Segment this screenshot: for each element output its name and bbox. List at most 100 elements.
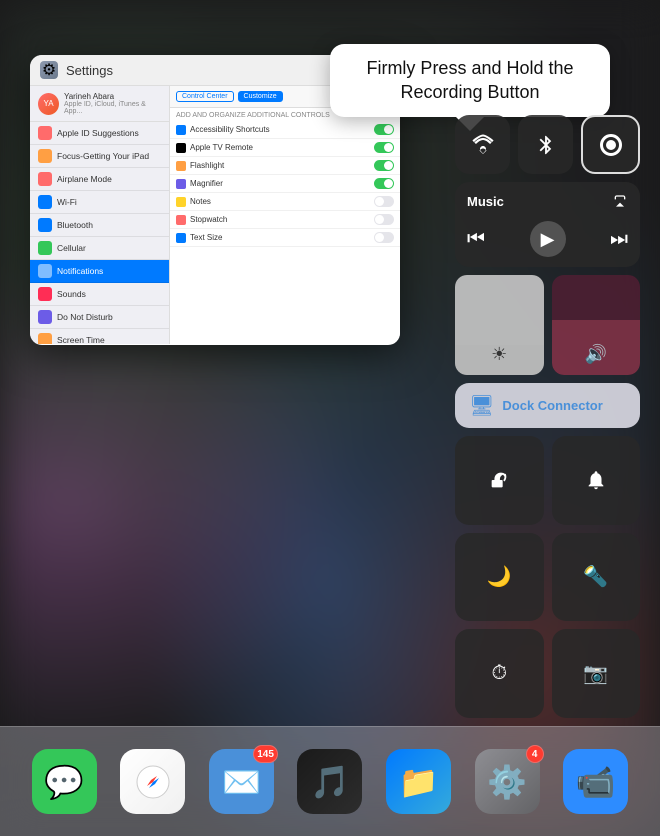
- tooltip-text: Firmly Press and Hold the Recording Butt…: [348, 56, 592, 105]
- dock-app-music[interactable]: 🎵: [297, 749, 362, 814]
- toggle[interactable]: [374, 196, 394, 207]
- music-controls: ⏮ ▶ ⏭: [467, 221, 628, 257]
- item-icon: [38, 126, 52, 140]
- dock-bar: 💬 ✉️ 145 🎵 📁 ⚙️ 4 📹: [0, 726, 660, 836]
- settings-badge: 4: [526, 745, 544, 763]
- dock-app-safari[interactable]: [120, 749, 185, 814]
- list-item[interactable]: Cellular: [30, 237, 169, 260]
- bell-icon: [585, 469, 607, 491]
- dock-connector-icon: 🖥: [469, 393, 494, 418]
- cc-small-grid-1: [455, 436, 640, 525]
- item-icon: [176, 161, 186, 171]
- item-icon: [176, 197, 186, 207]
- list-item[interactable]: Wi-Fi: [30, 191, 169, 214]
- item-icon: [38, 333, 52, 344]
- wifi-button[interactable]: [455, 115, 510, 174]
- dock-app-settings[interactable]: ⚙️ 4: [475, 749, 540, 814]
- brightness-icon: ☀: [491, 344, 507, 365]
- item-icon: [38, 310, 52, 324]
- record-circle: [600, 134, 622, 156]
- music-widget[interactable]: Music ⏮ ▶ ⏭: [455, 182, 640, 267]
- music-label: Music: [467, 192, 628, 211]
- messages-icon: 💬: [32, 749, 97, 814]
- cc-small-grid-3: ⏱ 📷: [455, 629, 640, 718]
- list-item[interactable]: Apple ID Suggestions: [30, 122, 169, 145]
- item-icon: [38, 218, 52, 232]
- control-center-tab[interactable]: Control Center: [176, 91, 234, 102]
- do-not-disturb-button[interactable]: [552, 436, 641, 525]
- volume-icon: 🔊: [585, 344, 607, 365]
- list-item[interactable]: Bluetooth: [30, 214, 169, 237]
- profile-name: Yarineh Abara: [64, 92, 161, 101]
- right-list-item[interactable]: Magnifier: [170, 175, 400, 193]
- right-list-item[interactable]: Text Size: [170, 229, 400, 247]
- cc-top-row: [455, 115, 640, 174]
- list-item[interactable]: Focus-Getting Your iPad: [30, 145, 169, 168]
- item-icon: [176, 233, 186, 243]
- cc-sliders-row: ☀ 🔊: [455, 275, 640, 375]
- right-list-item[interactable]: Stopwatch: [170, 211, 400, 229]
- dock-app-zoom[interactable]: 📹: [563, 749, 628, 814]
- night-shift-button[interactable]: 🌙: [455, 533, 544, 622]
- safari-icon: [120, 749, 185, 814]
- settings-title: Settings: [66, 63, 113, 78]
- item-icon: [176, 125, 186, 135]
- list-item-notifications[interactable]: Notifications: [30, 260, 169, 283]
- list-item[interactable]: Airplane Mode: [30, 168, 169, 191]
- cc-small-grid-2: 🌙 🔦: [455, 533, 640, 622]
- item-icon: [38, 195, 52, 209]
- item-icon: [38, 241, 52, 255]
- item-icon: [176, 143, 186, 153]
- rotation-lock-button[interactable]: [455, 436, 544, 525]
- toggle[interactable]: [374, 178, 394, 189]
- item-icon: [38, 287, 52, 301]
- bluetooth-button[interactable]: [518, 115, 573, 174]
- settings-left-panel: YA Yarineh Abara Apple ID, iCloud, iTune…: [30, 86, 170, 344]
- list-item[interactable]: Sounds: [30, 283, 169, 306]
- settings-profile[interactable]: YA Yarineh Abara Apple ID, iCloud, iTune…: [30, 86, 169, 122]
- toggle[interactable]: [374, 232, 394, 243]
- brightness-slider[interactable]: ☀: [455, 275, 544, 375]
- zoom-icon: 📹: [563, 749, 628, 814]
- volume-slider[interactable]: 🔊: [552, 275, 641, 375]
- customize-tab[interactable]: Customize: [238, 91, 283, 102]
- record-inner: [606, 140, 616, 150]
- right-list-item[interactable]: Apple TV Remote: [170, 139, 400, 157]
- camera-button[interactable]: 📷: [552, 629, 641, 718]
- files-icon: 📁: [386, 749, 451, 814]
- avatar: YA: [38, 93, 59, 115]
- dock-app-messages[interactable]: 💬: [32, 749, 97, 814]
- dock-connector-label: Dock Connector: [502, 398, 602, 413]
- toggle[interactable]: [374, 142, 394, 153]
- right-list-item[interactable]: Accessibility Shortcuts: [170, 121, 400, 139]
- settings-right-panel: Control Center Customize Add and organiz…: [170, 86, 400, 344]
- control-center: Music ⏮ ▶ ⏭ ☀ 🔊 🖥 Dock Connector: [455, 115, 640, 718]
- right-list-item[interactable]: Notes: [170, 193, 400, 211]
- safari-compass-svg: [135, 764, 171, 800]
- lock-rotation-icon: [488, 469, 510, 491]
- flashlight-button[interactable]: 🔦: [552, 533, 641, 622]
- next-button[interactable]: ⏭: [610, 228, 628, 251]
- dock-connector-button[interactable]: 🖥 Dock Connector: [455, 383, 640, 428]
- settings-gear-icon: ⚙: [40, 61, 58, 79]
- toggle[interactable]: [374, 124, 394, 135]
- item-icon: [176, 179, 186, 189]
- right-list-item[interactable]: Flashlight: [170, 157, 400, 175]
- toggle[interactable]: [374, 160, 394, 171]
- dock-app-mail[interactable]: ✉️ 145: [209, 749, 274, 814]
- timer-button[interactable]: ⏱: [455, 629, 544, 718]
- screen-record-button[interactable]: [581, 115, 640, 174]
- list-item[interactable]: Screen Time: [30, 329, 169, 344]
- list-item[interactable]: Do Not Disturb: [30, 306, 169, 329]
- wifi-icon: [471, 133, 495, 157]
- prev-button[interactable]: ⏮: [467, 228, 485, 251]
- music-icon: 🎵: [297, 749, 362, 814]
- item-icon: [38, 172, 52, 186]
- airplay-icon[interactable]: [612, 192, 628, 211]
- play-button[interactable]: ▶: [530, 221, 566, 257]
- bluetooth-icon: [535, 134, 557, 156]
- mail-badge: 145: [253, 745, 278, 763]
- dock-app-files[interactable]: 📁: [386, 749, 451, 814]
- airplay-svg: [612, 192, 628, 208]
- toggle[interactable]: [374, 214, 394, 225]
